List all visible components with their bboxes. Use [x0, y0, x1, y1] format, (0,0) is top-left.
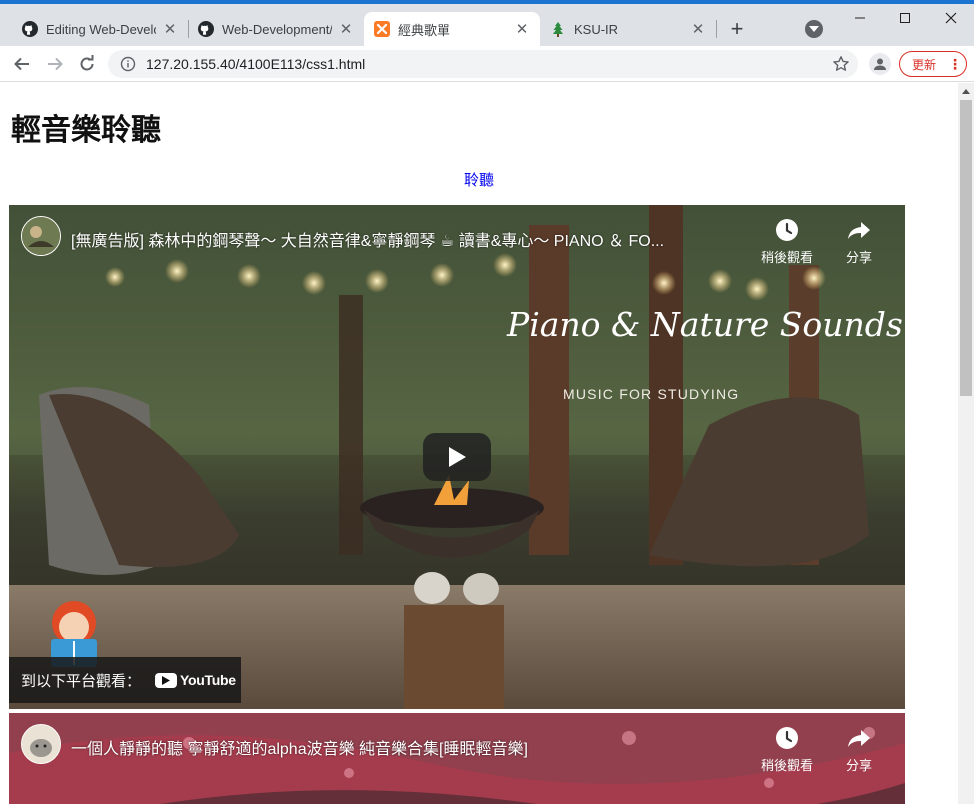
scroll-thumb[interactable]: [960, 100, 972, 396]
window-accent-bar: [0, 0, 974, 4]
tab-editing-web-develop[interactable]: Editing Web-Develo ✕: [12, 12, 188, 46]
xampp-icon: [374, 21, 390, 37]
forward-button[interactable]: [43, 52, 67, 76]
more-vertical-icon: ⋮: [948, 56, 963, 72]
youtube-embed-2[interactable]: 一個人靜靜的聽 寧靜舒適的alpha波音樂 純音樂合集[睡眠輕音樂] 稍後觀看 …: [9, 713, 905, 804]
update-button[interactable]: 更新 ⋮: [899, 51, 967, 77]
reload-icon: [80, 55, 94, 71]
page-title: 輕音樂聆聽: [11, 114, 161, 147]
video-title[interactable]: 一個人靜靜的聽 寧靜舒適的alpha波音樂 純音樂合集[睡眠輕音樂]: [71, 735, 528, 759]
share-icon: [848, 730, 870, 747]
update-label: 更新: [912, 57, 937, 72]
tab-ksu-ir[interactable]: KSU-IR ✕: [540, 12, 716, 46]
play-button[interactable]: [423, 433, 491, 481]
tab-title: KSU-IR: [574, 21, 619, 37]
star-icon[interactable]: [832, 55, 850, 73]
watch-on-label: 到以下平台觀看：: [21, 672, 142, 690]
browser-toolbar: 127.20.155.40/4100E113/css1.html: [0, 46, 974, 82]
channel-avatar[interactable]: [21, 724, 61, 764]
share-label: 分享: [845, 758, 872, 773]
watch-later-button[interactable]: 稍後觀看: [757, 725, 817, 774]
tab-strip: Editing Web-Develo ✕ Web-Development/ ✕ …: [0, 0, 974, 46]
share-icon: [848, 222, 870, 239]
minimize-icon: [855, 17, 865, 19]
share-label: 分享: [845, 250, 872, 265]
youtube-logo[interactable]: YouTube: [155, 672, 236, 688]
tab-playlist[interactable]: 經典歌單 ✕: [364, 12, 540, 46]
overlay-subtitle: MUSIC FOR STUDYING: [563, 386, 740, 402]
close-icon[interactable]: ✕: [514, 21, 530, 38]
tab-title: Web-Development/: [222, 21, 332, 37]
github-icon: [22, 21, 38, 37]
share-button[interactable]: 分享: [829, 217, 889, 266]
close-icon[interactable]: ✕: [162, 21, 178, 38]
minimize-button[interactable]: [845, 6, 875, 30]
info-icon[interactable]: [120, 56, 136, 72]
scroll-up-arrow[interactable]: [962, 89, 970, 94]
tab-divider: [716, 20, 717, 38]
play-icon: [449, 447, 466, 467]
watch-on-youtube-bar[interactable]: 到以下平台觀看： YouTube: [9, 657, 241, 703]
new-tab-button[interactable]: +: [725, 16, 749, 41]
watch-later-label: 稍後觀看: [760, 758, 813, 773]
listen-link[interactable]: 聆聽: [464, 169, 494, 190]
chevron-down-icon: [809, 26, 819, 32]
watch-later-label: 稍後觀看: [760, 250, 813, 265]
share-button[interactable]: 分享: [829, 725, 889, 774]
tab-search-button[interactable]: [805, 20, 823, 38]
close-icon: [945, 12, 957, 24]
channel-avatar[interactable]: [21, 216, 61, 256]
close-window-button[interactable]: [936, 6, 966, 30]
close-icon[interactable]: ✕: [690, 21, 706, 38]
arrow-left-icon: [14, 57, 29, 71]
tab-title: Editing Web-Develo: [46, 21, 156, 37]
youtube-embed-1[interactable]: Piano & Nature Sounds MUSIC FOR STUDYING…: [9, 205, 905, 709]
overlay-title: Piano & Nature Sounds: [507, 305, 903, 344]
github-icon: [198, 21, 214, 37]
youtube-wordmark: YouTube: [180, 672, 236, 688]
back-button[interactable]: [10, 52, 34, 76]
watch-later-button[interactable]: 稍後觀看: [757, 217, 817, 266]
profile-button[interactable]: [869, 53, 891, 75]
tab-web-development[interactable]: Web-Development/ ✕: [188, 12, 364, 46]
address-bar[interactable]: 127.20.155.40/4100E113/css1.html: [108, 50, 858, 78]
arrow-right-icon: [48, 57, 63, 71]
clock-icon: [776, 219, 798, 241]
clock-icon: [776, 727, 798, 749]
tab-title: 經典歌單: [398, 22, 451, 38]
video-title[interactable]: [無廣告版] 森林中的鋼琴聲～ 大自然音律&寧靜鋼琴 ☕ 讀書&專心～ PIAN…: [71, 227, 664, 251]
youtube-play-icon: [155, 672, 178, 688]
close-icon[interactable]: ✕: [338, 21, 354, 38]
maximize-button[interactable]: [890, 6, 920, 30]
maximize-icon: [900, 13, 910, 23]
page-viewport: 輕音樂聆聽 聆聽 Piano & Nature Sounds MUSIC FOR…: [0, 83, 958, 804]
page-scrollbar[interactable]: [958, 83, 974, 804]
reload-button[interactable]: [75, 52, 99, 76]
tree-icon: [550, 21, 566, 37]
url-text: 127.20.155.40/4100E113/css1.html: [146, 56, 366, 72]
avatar-icon: [874, 58, 886, 70]
